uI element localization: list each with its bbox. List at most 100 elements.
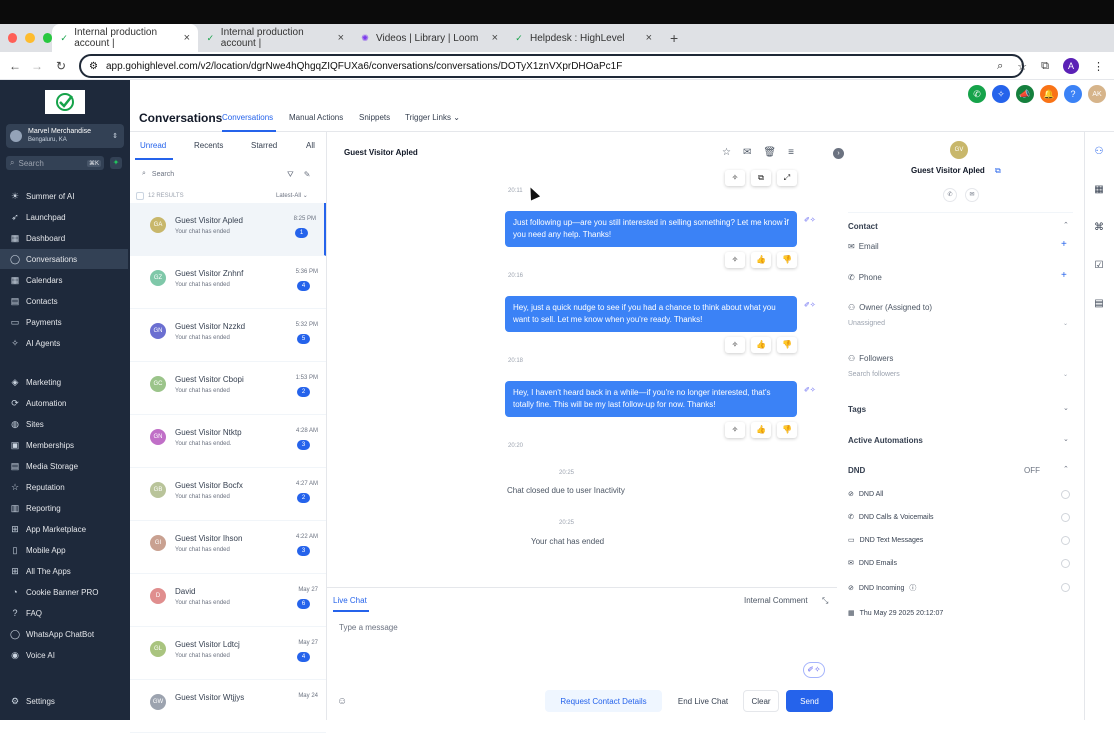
send-button[interactable]: Send (786, 690, 833, 712)
end-live-chat-button[interactable]: End Live Chat (670, 690, 736, 712)
message-input[interactable]: Type a message (339, 623, 398, 632)
quick-action-bolt-icon[interactable]: ✦ (110, 157, 122, 169)
thumbs-up-icon[interactable]: 👍 (751, 252, 771, 268)
filter-tab-starred[interactable]: Starred (251, 141, 277, 150)
composer-tab-internal-comment[interactable]: Internal Comment (744, 596, 808, 605)
thumbs-down-icon[interactable]: 👎 (777, 337, 797, 353)
collapse-composer-icon[interactable]: ⤡ (822, 596, 828, 606)
dnd-text-checkbox[interactable] (1061, 536, 1070, 545)
sidebar-item-app-marketplace[interactable]: ⊞ App Marketplace (0, 519, 128, 539)
ai-action-icon[interactable]: ✧ (725, 422, 745, 438)
filter-tab-all[interactable]: All (306, 141, 315, 150)
sort-select[interactable]: Latest-All ⌄ (276, 192, 308, 199)
sidebar-item-memberships[interactable]: ▣ Memberships (0, 435, 128, 455)
section-dnd[interactable]: DND (848, 466, 865, 475)
owner-select[interactable]: Unassigned (848, 320, 885, 327)
filter-lines-icon[interactable]: ≡ (788, 147, 794, 158)
more-options-icon[interactable]: ⋮ (781, 216, 789, 228)
sidebar-item-all-the-apps[interactable]: ⊞ All The Apps (0, 561, 128, 581)
chevron-down-icon[interactable]: ⌄ (1063, 435, 1069, 443)
url-field[interactable]: ⚙ app.gohighlevel.com/v2/location/dgrNwe… (79, 54, 1024, 78)
bell-icon[interactable]: 🔔 (1040, 85, 1058, 103)
browser-tab[interactable]: ✺ Videos | Library | Loom × (352, 24, 506, 52)
task-check-icon[interactable]: ☑ (1092, 260, 1106, 274)
sidebar-item-mobile-app[interactable]: ▯ Mobile App (0, 540, 128, 560)
ai-action-icon[interactable]: ✧ (725, 252, 745, 268)
copy-icon[interactable]: ⧉ (751, 170, 771, 186)
sidebar-item-payments[interactable]: ▭ Payments (0, 312, 128, 332)
conversation-row[interactable]: GL Guest Visitor Ldtcj Your chat has ended… (130, 627, 326, 680)
sidebar-item-reputation[interactable]: ☆ Reputation (0, 477, 128, 497)
user-avatar[interactable]: AK (1088, 85, 1106, 103)
browser-menu-icon[interactable]: ⋮ (1093, 60, 1104, 73)
thumbs-down-icon[interactable]: 👎 (777, 252, 797, 268)
sidebar-item-whatsapp-chatbot[interactable]: ◯ WhatsApp ChatBot (0, 624, 128, 644)
conversation-row[interactable]: GA Guest Visitor Apled Your chat has ended… (130, 203, 326, 256)
call-icon[interactable]: ✆ (943, 188, 957, 202)
section-tags[interactable]: Tags (848, 405, 866, 414)
conversation-row[interactable]: GZ Guest Visitor Znhnf Your chat has ended… (130, 256, 326, 309)
request-contact-details-button[interactable]: Request Contact Details (545, 690, 662, 712)
dnd-calls-checkbox[interactable] (1061, 513, 1070, 522)
person-icon[interactable]: ⚇ (1092, 146, 1106, 160)
tab-snippets[interactable]: Snippets (359, 113, 390, 122)
ai-action-icon[interactable]: ✧ (725, 170, 745, 186)
sidebar-item-ai-agents[interactable]: ✧ AI Agents (0, 333, 128, 353)
conversation-row[interactable]: GI Guest Visitor Ihson Your chat has ended… (130, 521, 326, 574)
sidebar-item-settings[interactable]: ⚙ Settings (0, 691, 128, 711)
add-phone-icon[interactable]: + (1061, 270, 1067, 281)
ai-sparkle-icon[interactable]: ✧ (992, 85, 1010, 103)
close-tab-icon[interactable]: × (184, 32, 190, 44)
close-tab-icon[interactable]: × (492, 32, 498, 44)
close-window-button[interactable] (8, 33, 18, 43)
section-contact[interactable]: Contact (848, 222, 878, 231)
minimize-window-button[interactable] (25, 33, 35, 43)
app-logo[interactable] (45, 90, 85, 114)
bookmark-star-icon[interactable]: ☆ (1017, 60, 1027, 73)
conversation-row[interactable]: D David Your chat has ended May 27 6 (130, 574, 326, 627)
clear-button[interactable]: Clear (743, 690, 779, 712)
ai-assist-icon[interactable]: ✐✧ (803, 662, 825, 678)
browser-tab[interactable]: ✓ Internal production account | × (52, 24, 198, 52)
forward-arrow-icon[interactable]: → (26, 59, 48, 73)
followers-search[interactable]: Search followers (848, 371, 900, 378)
sidebar-item-sites[interactable]: ◍ Sites (0, 414, 128, 434)
chevron-down-icon[interactable]: ⌄ (1063, 404, 1069, 412)
sidebar-item-conversations[interactable]: ◯ Conversations (0, 249, 128, 269)
filter-funnel-icon[interactable]: ⛛ (287, 170, 294, 180)
conversation-row[interactable]: GW Guest Visitor Wtjjys May 24 (130, 680, 326, 733)
sidebar-item-cookie-banner-pro[interactable]: ◔ Cookie Banner PRO (0, 582, 128, 602)
emoji-icon[interactable]: ☺ (337, 696, 347, 707)
browser-tab[interactable]: ✓ Helpdesk : HighLevel × (506, 24, 660, 52)
sidebar-item-automation[interactable]: ⟳ Automation (0, 393, 128, 413)
composer-tab-live-chat[interactable]: Live Chat (333, 596, 367, 605)
document-icon[interactable]: ▤ (1092, 298, 1106, 312)
star-icon[interactable]: ☆ (722, 147, 731, 158)
conversation-row[interactable]: GN Guest Visitor Ntktp Your chat has ended… (130, 415, 326, 468)
collapse-panel-icon[interactable]: › (833, 148, 844, 159)
help-icon[interactable]: ? (1064, 85, 1082, 103)
conversation-row[interactable]: GB Guest Visitor Bocfx Your chat has ended… (130, 468, 326, 521)
section-active-automations[interactable]: Active Automations (848, 436, 923, 445)
close-tab-icon[interactable]: × (338, 32, 344, 44)
thumbs-up-icon[interactable]: 👍 (751, 422, 771, 438)
site-settings-icon[interactable]: ⚙ (89, 61, 98, 72)
add-email-icon[interactable]: + (1061, 239, 1067, 250)
back-arrow-icon[interactable]: ← (4, 59, 26, 73)
extensions-icon[interactable]: ⧉ (1041, 60, 1049, 73)
account-switcher[interactable]: Marvel Merchandise Bengaluru, KA ⇕ (6, 124, 124, 148)
dnd-all-checkbox[interactable] (1061, 490, 1070, 499)
tab-manual-actions[interactable]: Manual Actions (289, 113, 343, 122)
select-all-checkbox[interactable] (136, 192, 144, 200)
chevron-up-icon[interactable]: ⌃ (1063, 221, 1069, 229)
thumbs-down-icon[interactable]: 👎 (777, 422, 797, 438)
ai-action-icon[interactable]: ✧ (725, 337, 745, 353)
sidebar-item-dashboard[interactable]: ▦ Dashboard (0, 228, 128, 248)
calendar-icon[interactable]: ▦ (1092, 184, 1106, 198)
thumbs-up-icon[interactable]: 👍 (751, 337, 771, 353)
browser-tab[interactable]: ✓ Internal production account | × (198, 24, 352, 52)
profile-avatar[interactable]: A (1063, 58, 1079, 74)
chevron-up-icon[interactable]: ⌃ (1063, 465, 1069, 473)
megaphone-icon[interactable]: 📣 (1016, 85, 1034, 103)
filter-tab-unread[interactable]: Unread (140, 141, 166, 150)
